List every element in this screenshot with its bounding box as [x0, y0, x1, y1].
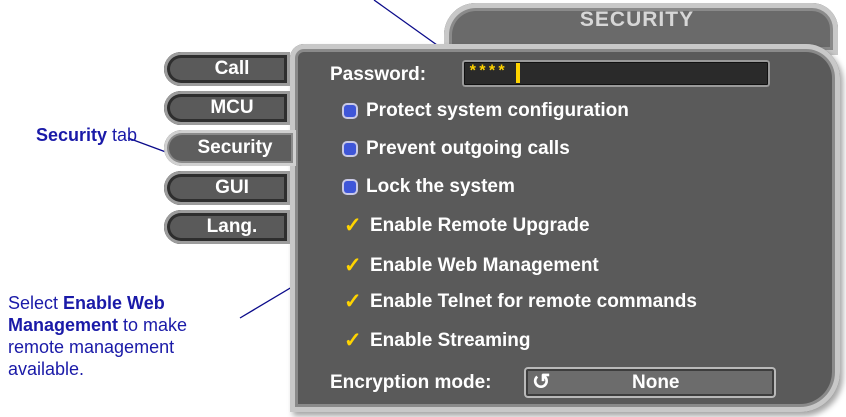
encryption-mode-select[interactable]: ↺ None: [524, 367, 776, 398]
web-mgmt-annotation: Select Enable Web Management to make rem…: [8, 293, 188, 379]
encryption-value: None: [632, 372, 680, 393]
option-protect-config[interactable]: Protect system configuration: [344, 97, 629, 125]
checkbox-telnet[interactable]: ✓ Enable Telnet for remote commands: [344, 288, 697, 316]
password-label: Password:: [330, 64, 427, 85]
checkbox-remote-upgrade[interactable]: ✓ Enable Remote Upgrade: [344, 212, 590, 240]
checkmark-icon: ✓: [344, 290, 362, 313]
panel-title: SECURITY: [579, 8, 695, 31]
checkmark-icon: ✓: [344, 329, 362, 352]
option-label: Enable Streaming: [370, 330, 531, 351]
option-label: Enable Web Management: [370, 255, 599, 276]
option-label: Prevent outgoing calls: [366, 138, 570, 159]
tab-mcu[interactable]: MCU: [164, 91, 290, 125]
option-label: Protect system configuration: [366, 100, 629, 121]
tab-gui[interactable]: GUI: [164, 171, 290, 205]
checkbox-web-management[interactable]: ✓ Enable Web Management: [344, 252, 599, 280]
option-label: Enable Telnet for remote commands: [370, 291, 697, 312]
password-field[interactable]: ****: [462, 60, 770, 87]
text-cursor: [516, 63, 520, 83]
password-value: ****: [468, 63, 507, 81]
option-prevent-outgoing[interactable]: Prevent outgoing calls: [344, 135, 570, 163]
radio-indicator-icon: [344, 143, 356, 155]
cycle-icon: ↺: [532, 369, 551, 394]
checkmark-icon: ✓: [344, 254, 362, 277]
radio-indicator-icon: [344, 105, 356, 117]
tab-security[interactable]: Security: [164, 130, 296, 166]
encryption-label: Encryption mode:: [330, 372, 492, 393]
option-label: Enable Remote Upgrade: [370, 215, 590, 236]
option-lock-system[interactable]: Lock the system: [344, 173, 515, 201]
tab-lang[interactable]: Lang.: [164, 210, 290, 244]
checkbox-streaming[interactable]: ✓ Enable Streaming: [344, 327, 531, 355]
option-label: Lock the system: [366, 176, 515, 197]
tab-call[interactable]: Call: [164, 52, 290, 86]
security-tab-annotation: Security tab: [36, 125, 138, 145]
checkmark-icon: ✓: [344, 214, 362, 237]
radio-indicator-icon: [344, 181, 356, 193]
